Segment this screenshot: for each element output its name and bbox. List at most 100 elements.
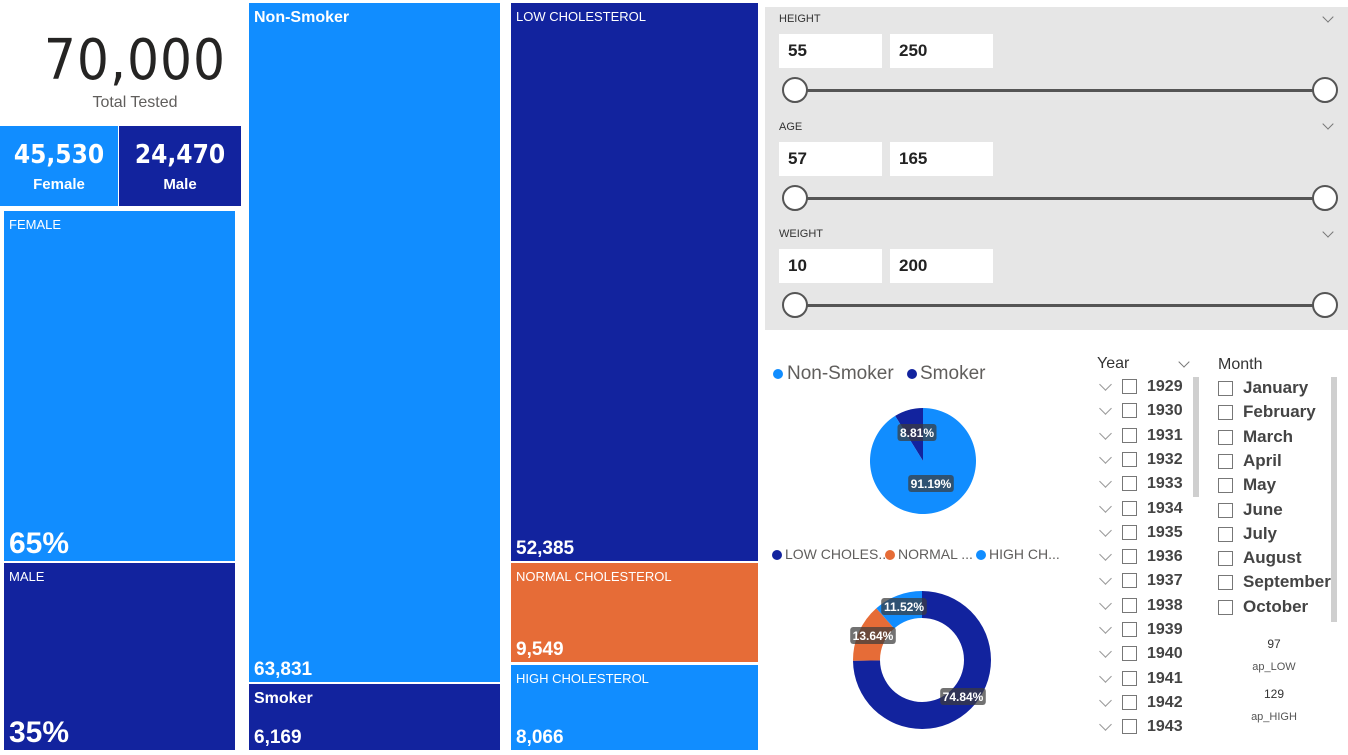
year-option-label[interactable]: 1939 — [1147, 621, 1183, 639]
year-checkbox[interactable] — [1122, 622, 1137, 637]
year-option-label[interactable]: 1941 — [1147, 670, 1183, 688]
legend-label-normal-cholesterol[interactable]: NORMAL ... — [898, 546, 973, 562]
year-option-label[interactable]: 1940 — [1147, 645, 1183, 663]
year-checkbox[interactable] — [1122, 524, 1137, 540]
year-checkbox[interactable] — [1122, 549, 1137, 565]
male-count-card[interactable]: 24,470 Male — [119, 126, 241, 206]
year-expand-chevron-icon[interactable] — [1099, 694, 1112, 707]
year-option-label[interactable]: 1937 — [1147, 572, 1183, 590]
age-slider-min-handle[interactable] — [782, 185, 808, 211]
year-expand-chevron-icon[interactable] — [1099, 596, 1112, 610]
weight-max-input[interactable]: 200 — [890, 249, 993, 283]
year-checkbox[interactable] — [1122, 597, 1137, 613]
month-checkbox[interactable] — [1218, 478, 1233, 494]
treemap-tile-high-cholesterol[interactable]: HIGH CHOLESTEROL 8,066 — [511, 665, 758, 750]
year-slicer-scrollbar[interactable] — [1193, 377, 1199, 497]
month-checkbox[interactable] — [1218, 381, 1233, 396]
year-expand-chevron-icon[interactable] — [1099, 718, 1112, 732]
age-min-input[interactable]: 57 — [779, 142, 882, 176]
month-checkbox[interactable] — [1218, 405, 1233, 421]
year-checkbox[interactable] — [1122, 427, 1137, 443]
legend-label-low-cholesterol[interactable]: LOW CHOLES... — [785, 546, 890, 562]
month-checkbox[interactable] — [1218, 575, 1233, 591]
month-option-label[interactable]: January — [1243, 378, 1308, 398]
year-expand-chevron-icon[interactable] — [1099, 548, 1112, 561]
legend-label-non-smoker[interactable]: Non-Smoker — [787, 363, 894, 385]
age-slider-max-handle[interactable] — [1312, 185, 1338, 211]
month-slicer-scrollbar[interactable] — [1331, 377, 1337, 622]
legend-label-high-cholesterol[interactable]: HIGH CH... — [989, 546, 1060, 562]
year-checkbox[interactable] — [1122, 500, 1137, 516]
year-checkbox[interactable] — [1122, 694, 1137, 710]
month-checkbox[interactable] — [1218, 599, 1233, 615]
year-checkbox[interactable] — [1122, 476, 1137, 492]
year-option-label[interactable]: 1930 — [1147, 402, 1183, 420]
height-slider-min-handle[interactable] — [782, 77, 808, 103]
smoker-pie-chart[interactable]: 8.81% 91.19% — [860, 398, 990, 523]
height-min-input[interactable]: 55 — [779, 34, 882, 68]
pie-slice-non-smoker[interactable] — [870, 408, 976, 514]
month-option-label[interactable]: September — [1243, 572, 1331, 592]
year-expand-chevron-icon[interactable] — [1099, 426, 1112, 440]
month-checkbox[interactable] — [1218, 429, 1233, 445]
year-option-label[interactable]: 1935 — [1147, 524, 1183, 542]
month-option-label[interactable]: July — [1243, 524, 1277, 544]
year-expand-chevron-icon[interactable] — [1099, 378, 1112, 391]
month-checkbox[interactable] — [1218, 526, 1233, 542]
year-slicer-chevron-icon[interactable] — [1178, 356, 1190, 368]
weight-slider-max-handle[interactable] — [1312, 292, 1338, 318]
treemap-tile-low-cholesterol[interactable]: LOW CHOLESTEROL 52,385 — [511, 3, 758, 561]
year-checkbox[interactable] — [1122, 379, 1137, 394]
year-expand-chevron-icon[interactable] — [1099, 572, 1112, 586]
weight-min-input[interactable]: 10 — [779, 249, 882, 283]
year-option-label[interactable]: 1934 — [1147, 500, 1183, 518]
treemap-tile-normal-cholesterol[interactable]: NORMAL CHOLESTEROL 9,549 — [511, 563, 758, 662]
year-checkbox[interactable] — [1122, 670, 1137, 686]
year-option-label[interactable]: 1932 — [1147, 451, 1183, 469]
treemap-tile-smoker[interactable]: Smoker 6,169 — [249, 684, 500, 750]
month-option-label[interactable]: October — [1243, 597, 1308, 617]
year-option-label[interactable]: 1942 — [1147, 694, 1183, 712]
year-option-label[interactable]: 1929 — [1147, 378, 1183, 396]
month-checkbox[interactable] — [1218, 453, 1233, 469]
year-expand-chevron-icon[interactable] — [1099, 451, 1112, 464]
year-checkbox[interactable] — [1122, 719, 1137, 735]
year-checkbox[interactable] — [1122, 403, 1137, 419]
year-expand-chevron-icon[interactable] — [1099, 499, 1112, 513]
year-option-label[interactable]: 1931 — [1147, 427, 1183, 445]
month-checkbox[interactable] — [1218, 551, 1233, 567]
year-expand-chevron-icon[interactable] — [1099, 523, 1112, 537]
month-option-label[interactable]: April — [1243, 451, 1282, 471]
legend-label-smoker[interactable]: Smoker — [920, 363, 985, 385]
month-option-label[interactable]: June — [1243, 500, 1283, 520]
year-expand-chevron-icon[interactable] — [1099, 621, 1112, 634]
year-checkbox[interactable] — [1122, 573, 1137, 589]
weight-slider-min-handle[interactable] — [782, 292, 808, 318]
female-count-card[interactable]: 45,530 Female — [0, 126, 118, 206]
year-option-label[interactable]: 1943 — [1147, 718, 1183, 736]
year-checkbox[interactable] — [1122, 646, 1137, 662]
month-option-label[interactable]: March — [1243, 427, 1293, 447]
height-max-input[interactable]: 250 — [890, 34, 993, 68]
month-checkbox[interactable] — [1218, 502, 1233, 518]
year-checkbox[interactable] — [1122, 451, 1137, 467]
age-slider-track[interactable] — [795, 197, 1325, 200]
year-expand-chevron-icon[interactable] — [1099, 475, 1112, 489]
year-expand-chevron-icon[interactable] — [1099, 669, 1112, 683]
height-slider-max-handle[interactable] — [1312, 77, 1338, 103]
age-max-input[interactable]: 165 — [890, 142, 993, 176]
height-slider-track[interactable] — [795, 89, 1325, 92]
year-expand-chevron-icon[interactable] — [1099, 645, 1112, 659]
month-option-label[interactable]: May — [1243, 475, 1276, 495]
year-option-label[interactable]: 1933 — [1147, 475, 1183, 493]
treemap-tile-male[interactable]: MALE 35% — [4, 563, 235, 750]
year-option-label[interactable]: 1936 — [1147, 548, 1183, 566]
treemap-tile-female[interactable]: FEMALE 65% — [4, 211, 235, 561]
cholesterol-donut-chart[interactable]: 74.84% 13.64% 11.52% — [840, 585, 1005, 735]
month-option-label[interactable]: August — [1243, 548, 1302, 568]
treemap-tile-non-smoker[interactable]: Non-Smoker 63,831 — [249, 3, 500, 682]
month-option-label[interactable]: February — [1243, 402, 1316, 422]
year-option-label[interactable]: 1938 — [1147, 597, 1183, 615]
weight-slider-track[interactable] — [795, 304, 1325, 307]
year-expand-chevron-icon[interactable] — [1099, 402, 1112, 416]
